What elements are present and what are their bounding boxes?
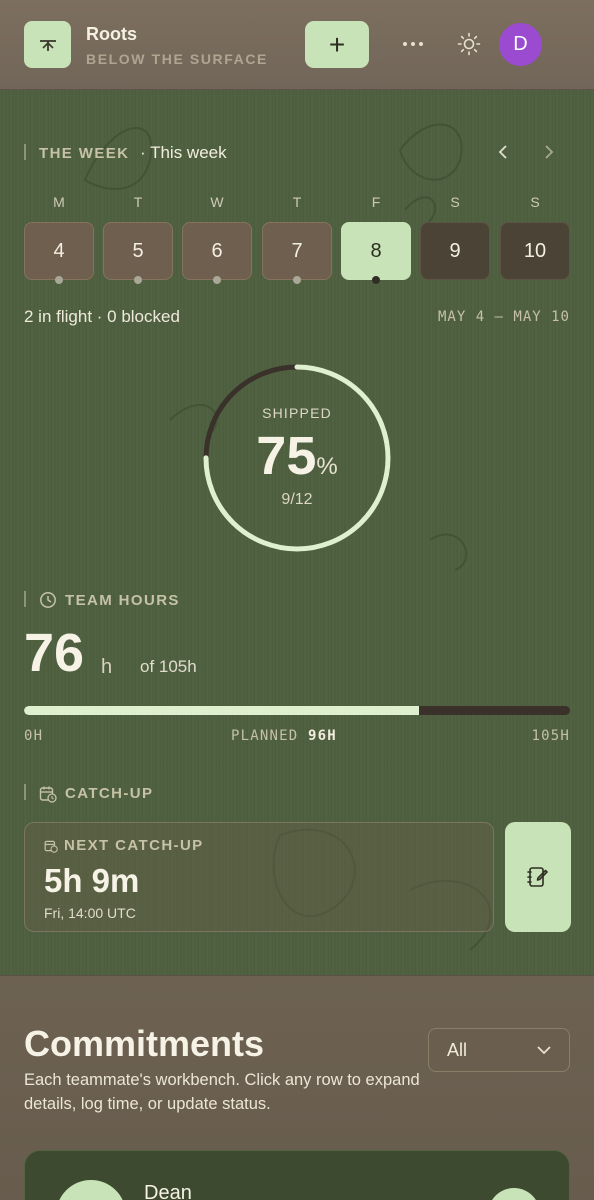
day-button-wed[interactable]: 6 [182, 222, 252, 280]
hours-progress-bar [24, 706, 570, 715]
hours-planned: PLANNED 96H [231, 728, 337, 744]
week-date-range: MAY 4 – MAY 10 [437, 309, 570, 325]
app-title: Roots [86, 24, 137, 44]
hours-section-marker [24, 591, 26, 607]
app-header: Roots BELOW THE SURFACE + D [0, 0, 594, 90]
day-letter-mon: M [53, 194, 65, 210]
catchup-section-marker [24, 784, 26, 800]
next-catchup-label: NEXT CATCH-UP [64, 837, 204, 854]
chevron-left-icon [498, 145, 507, 159]
hours-value: 76 [24, 623, 85, 683]
commitments-filter-select[interactable]: All [428, 1028, 570, 1072]
hours-planned-label: PLANNED [231, 728, 299, 744]
hours-min-label: 0H [24, 728, 44, 744]
catchup-notes-button[interactable] [505, 822, 571, 932]
day-button-tue[interactable]: 5 [103, 222, 173, 280]
more-horizontal-icon [403, 42, 423, 46]
shipped-percent-sign: % [316, 453, 338, 480]
day-button-thu[interactable]: 7 [262, 222, 332, 280]
filter-value: All [447, 1039, 468, 1060]
prev-week-button[interactable] [494, 143, 512, 161]
next-week-button[interactable] [540, 143, 558, 161]
activity-dot-thu [293, 276, 301, 284]
add-button[interactable]: + [305, 21, 369, 68]
week-current-label: · This week [140, 143, 227, 162]
commitments-description: Each teammate's workbench. Click any row… [24, 1071, 420, 1113]
shipped-label: SHIPPED [262, 405, 332, 421]
week-section-label: THE WEEK [39, 145, 130, 162]
sun-icon [457, 32, 481, 56]
clock-icon [40, 592, 56, 608]
activity-dot-mon [55, 276, 63, 284]
day-button-fri[interactable]: 8 [341, 222, 411, 280]
next-catchup-header: NEXT CATCH-UP [44, 837, 204, 854]
week-status-text: 2 in flight · 0 blocked [24, 307, 180, 326]
theme-toggle-button[interactable] [456, 31, 482, 57]
day-button-sun[interactable]: 10 [500, 222, 570, 280]
teammate-name: Dean [144, 1182, 192, 1200]
activity-dot-fri [372, 276, 380, 284]
activity-dot-tue [134, 276, 142, 284]
day-letter-tue: T [133, 194, 143, 210]
shipped-percent: 75% [197, 425, 397, 487]
more-menu-button[interactable] [400, 32, 426, 56]
notebook-pen-icon [527, 867, 548, 887]
calendar-clock-icon [44, 840, 58, 853]
activity-dot-wed [213, 276, 221, 284]
catchup-countdown: 5h 9m [44, 862, 140, 899]
chevron-down-icon [537, 1045, 551, 1054]
day-letter-wed: W [210, 194, 224, 210]
shipped-fraction: 9/12 [281, 491, 313, 508]
day-button-sat[interactable]: 9 [420, 222, 490, 280]
day-letter-fri: F [371, 194, 381, 210]
roots-logo-icon [39, 39, 56, 51]
app-tagline: BELOW THE SURFACE [86, 51, 268, 67]
week-section-marker [24, 144, 26, 160]
user-avatar[interactable]: D [499, 23, 542, 66]
day-button-mon[interactable]: 4 [24, 222, 94, 280]
hours-section-label: TEAM HOURS [65, 592, 180, 609]
hours-progress-fill [24, 706, 420, 715]
plus-icon: + [328, 28, 346, 60]
catchup-section-label: CATCH-UP [65, 785, 154, 802]
hours-planned-value: 96H [308, 728, 337, 744]
day-letter-sat: S [450, 194, 460, 210]
calendar-clock-icon [39, 786, 57, 803]
catchup-datetime: Fri, 14:00 UTC [44, 905, 136, 921]
commitments-title: Commitments [24, 1023, 265, 1064]
day-letter-sun: S [530, 194, 540, 210]
hours-unit: h [101, 656, 113, 678]
logo-button[interactable] [24, 21, 71, 68]
chevron-right-icon [545, 145, 554, 159]
shipped-percent-value: 75 [256, 426, 317, 486]
hours-total: of 105h [140, 657, 197, 676]
hours-max-label: 105H [531, 728, 570, 744]
day-letter-thu: T [292, 194, 302, 210]
